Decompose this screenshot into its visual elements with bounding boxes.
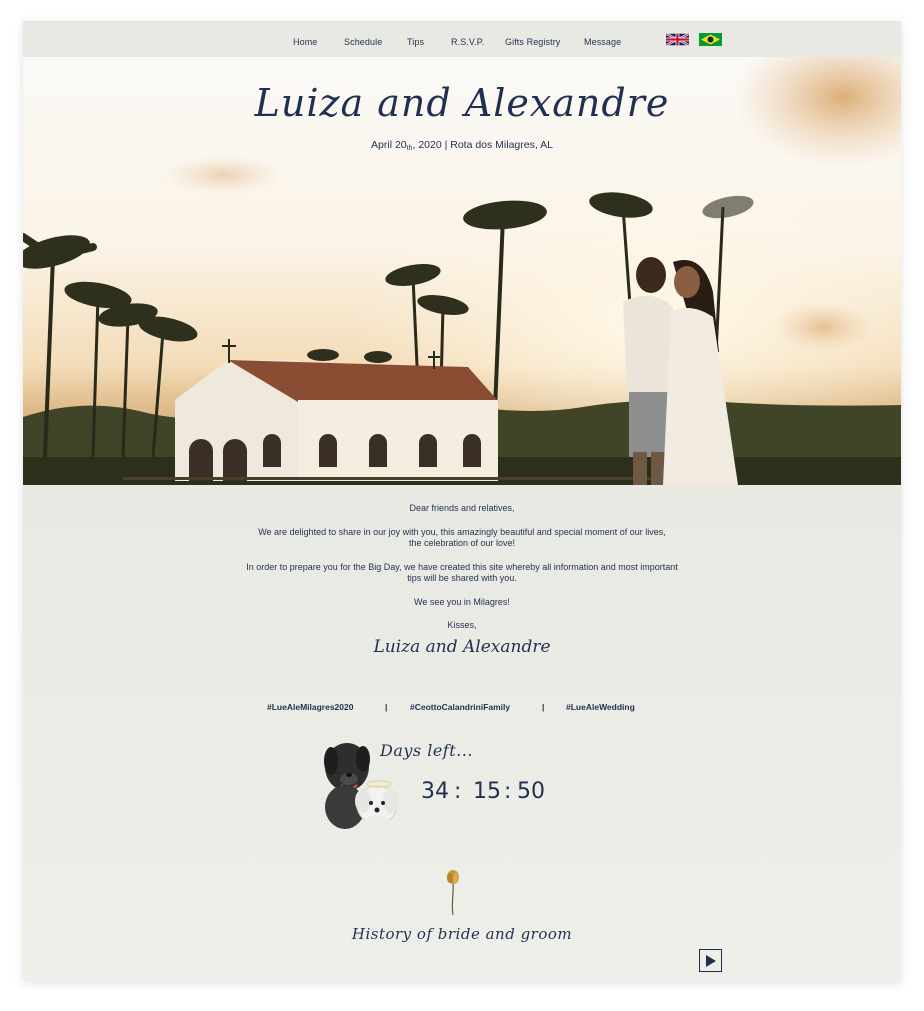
hero-date: April 20th, 2020 | Rota dos Milagres, AL	[23, 139, 901, 152]
countdown-hours: 15	[473, 779, 501, 804]
countdown-minutes: 50	[517, 779, 545, 804]
letter-paragraph-2-line-2: tips will be shared with you.	[407, 573, 517, 583]
nav-rsvp[interactable]: R.S.V.P.	[451, 37, 484, 47]
hashtag-1: #LueAleMilagres2020	[267, 702, 354, 712]
nav-message[interactable]: Message	[584, 37, 621, 47]
date-suffix: th	[406, 145, 413, 152]
letter-paragraph-1-line-1: We are delighted to share in our joy wit…	[258, 526, 666, 537]
brazil-flag-icon[interactable]	[699, 33, 722, 46]
nav-home[interactable]: Home	[293, 37, 317, 47]
date-location: , 2020 | Rota dos Milagres, AL	[412, 139, 553, 151]
hero-title: Luiza and Alexandre	[254, 81, 670, 125]
countdown-separator: :	[504, 779, 512, 804]
play-button[interactable]	[699, 949, 722, 972]
uk-flag-icon[interactable]	[666, 33, 689, 46]
letter-paragraph-2-line-1: In order to prepare you for the Big Day,…	[246, 561, 678, 572]
nav-tips[interactable]: Tips	[407, 37, 424, 47]
countdown-days: 34	[421, 779, 449, 804]
hashtag-3: #LueAleWedding	[566, 702, 635, 712]
welcome-letter: Dear friends and relatives, We are delig…	[23, 503, 901, 632]
hashtag-row: #LueAleMilagres2020 | #CeottoCalandriniF…	[23, 702, 901, 716]
play-icon	[706, 955, 716, 967]
countdown-label: Days left...	[380, 741, 473, 760]
flower-icon	[444, 869, 462, 916]
date-day: April 20	[371, 139, 407, 151]
letter-closing: Kisses,	[447, 620, 477, 630]
nav-schedule[interactable]: Schedule	[344, 37, 382, 47]
page-frame: Home Schedule Tips R.S.V.P. Gifts Regist…	[23, 21, 901, 981]
countdown-separator: :	[454, 779, 462, 804]
hero-banner: Luiza and Alexandre April 20th, 2020 | R…	[23, 57, 901, 485]
letter-paragraph-3: We see you in Milagres!	[414, 596, 510, 607]
hashtag-2: #CeottoCalandriniFamily	[410, 702, 511, 712]
letter-signature: Luiza and Alexandre	[373, 637, 551, 657]
letter-greeting: Dear friends and relatives,	[409, 503, 515, 513]
top-nav: Home Schedule Tips R.S.V.P. Gifts Regist…	[23, 21, 901, 57]
history-title: History of bride and groom	[351, 925, 573, 943]
nav-gifts-registry[interactable]: Gifts Registry	[505, 37, 560, 47]
hashtag-separator: |	[385, 702, 388, 712]
letter-paragraph-1-line-2: the celebration of our love!	[408, 538, 516, 548]
hashtag-separator: |	[542, 702, 545, 712]
